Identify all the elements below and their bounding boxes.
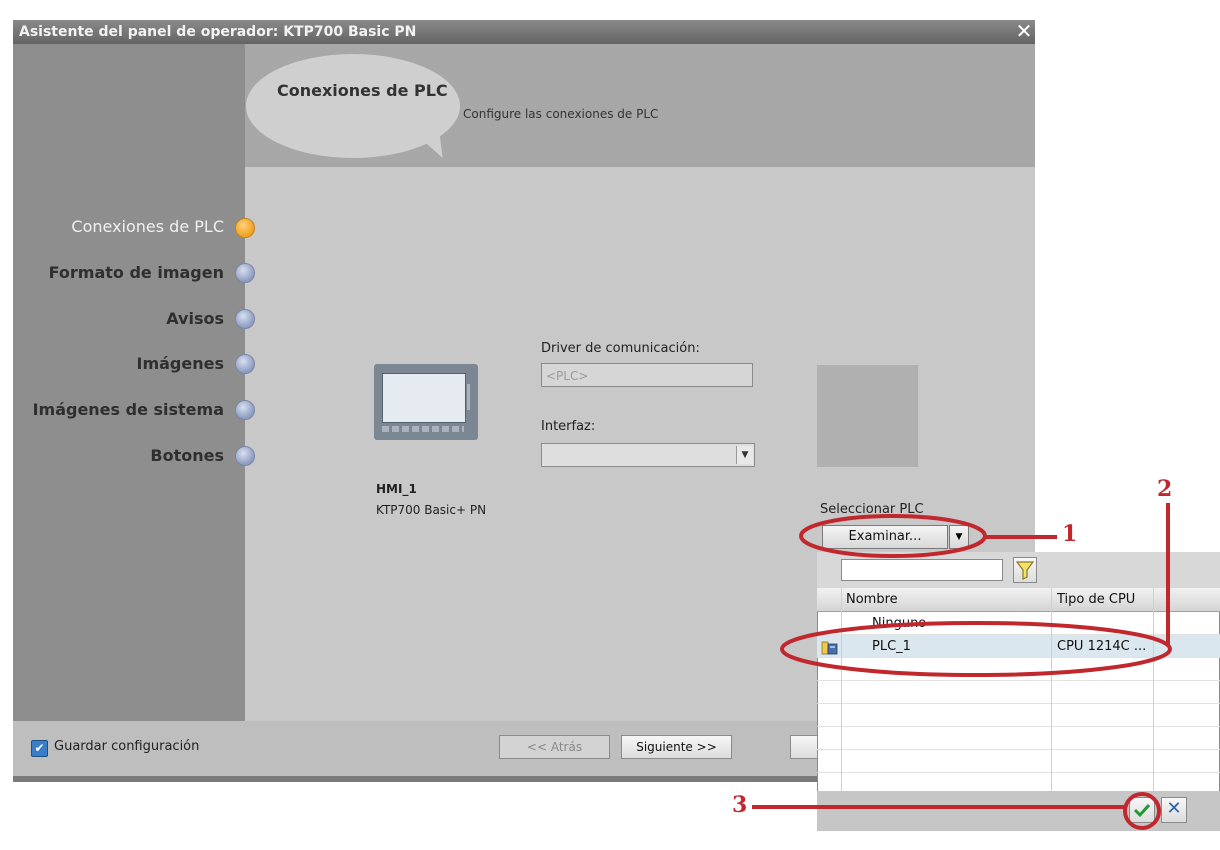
annotation-ellipse-plc1 — [780, 621, 1172, 677]
annotation-ellipse-examinar — [799, 514, 987, 558]
annotation-overlay — [752, 503, 1172, 830]
annotation-number-2: 2 — [1157, 476, 1173, 502]
annotation-circle-ok — [1123, 792, 1161, 830]
annotation-number-1: 1 — [1062, 521, 1078, 547]
annotation-number-3: 3 — [732, 792, 748, 818]
